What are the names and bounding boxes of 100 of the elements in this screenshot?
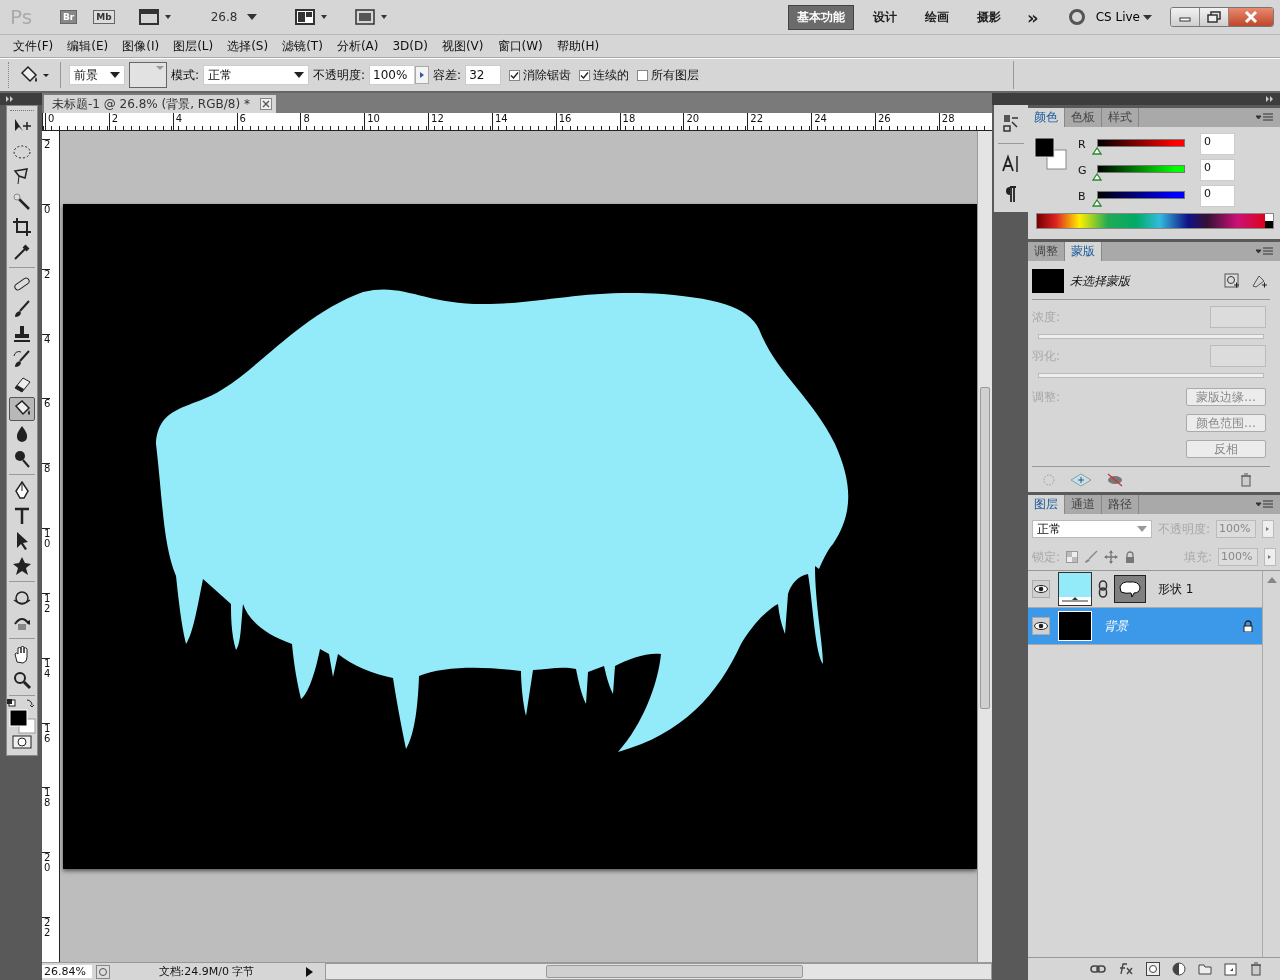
fill-source-dropdown[interactable]: 前景	[69, 65, 125, 85]
menu-item[interactable]: 窗口(W)	[490, 37, 550, 55]
ruler-label: 10	[364, 113, 429, 130]
workspace-button[interactable]: 摄影	[968, 4, 1011, 30]
menu-item[interactable]: 文件(F)	[6, 37, 61, 55]
slider-popup-icon[interactable]	[415, 66, 430, 84]
mode-dropdown[interactable]: 正常	[203, 65, 310, 85]
lock-icon[interactable]	[1124, 551, 1137, 563]
paint-bucket-icon[interactable]	[9, 396, 35, 421]
ruler-label: 16	[555, 113, 620, 130]
panel-menu-icon[interactable]	[1256, 499, 1274, 510]
channel-value-field[interactable]: 0	[1200, 159, 1235, 181]
checkbox[interactable]	[509, 69, 521, 81]
panel-tab[interactable]: 图层	[1028, 495, 1065, 514]
close-icon[interactable]	[259, 98, 272, 110]
ruler-label: 20	[42, 852, 51, 918]
panel-menu-icon[interactable]	[1256, 246, 1274, 257]
opacity-field[interactable]: 100%	[369, 65, 416, 85]
move-arrows-icon[interactable]	[1104, 550, 1119, 564]
ruler-label: 12	[428, 113, 492, 130]
status-icon[interactable]	[96, 964, 110, 979]
play-icon[interactable]	[303, 964, 315, 979]
document-tab[interactable]: 未标题-1 @ 26.8% (背景, RGB/8) *	[44, 95, 276, 113]
panel-menu-icon[interactable]	[1256, 112, 1274, 123]
more-workspaces-button[interactable]: »	[1020, 5, 1046, 29]
menu-item[interactable]: 3D(D)	[385, 39, 435, 53]
link-icon[interactable]	[1098, 580, 1108, 598]
history-icon[interactable]	[1001, 113, 1021, 133]
quick-mask-icon[interactable]	[12, 735, 32, 749]
folder-icon[interactable]	[1198, 962, 1212, 976]
color-spectrum[interactable]	[1036, 213, 1274, 229]
zoom-field[interactable]: 26.84%	[42, 965, 92, 978]
layer-effects-icon[interactable]	[1118, 962, 1134, 976]
menu-item[interactable]: 视图(V)	[434, 37, 491, 55]
character-icon[interactable]	[1001, 154, 1021, 174]
minimize-icon[interactable]	[1171, 8, 1200, 26]
tolerance-field[interactable]: 32	[465, 65, 502, 85]
restore-icon[interactable]	[1200, 8, 1229, 26]
menu-item[interactable]: 帮助(H)	[549, 37, 607, 55]
link-layers-icon[interactable]	[1090, 963, 1106, 975]
panel-tab[interactable]: 通道	[1065, 495, 1102, 514]
eye-icon[interactable]	[1032, 580, 1050, 598]
menu-item[interactable]: 编辑(E)	[60, 37, 116, 55]
color-swatches-icon[interactable]	[1034, 137, 1068, 171]
add-mask-icon[interactable]	[1146, 962, 1160, 976]
film-strip-icon[interactable]	[138, 8, 173, 26]
checkbox[interactable]	[637, 69, 649, 81]
workspace-button[interactable]: 绘画	[916, 4, 959, 30]
layer-row[interactable]: 形状 1	[1028, 571, 1262, 608]
menu-item[interactable]: 选择(S)	[220, 37, 276, 55]
ruler-label: 14	[491, 113, 556, 130]
layer-thumbnail	[1058, 611, 1092, 641]
close-icon[interactable]	[1229, 8, 1273, 26]
blend-mode-dropdown[interactable]: 正常	[1032, 520, 1152, 538]
pixel-mask-icon[interactable]	[1224, 273, 1240, 289]
caret-icon	[156, 66, 164, 70]
menu-item[interactable]: 图像(I)	[115, 37, 167, 55]
panel-tab[interactable]: 色板	[1065, 108, 1102, 127]
panel-tab[interactable]: 蒙版	[1065, 242, 1102, 261]
vector-mask-icon[interactable]	[1250, 273, 1268, 289]
panel-tab[interactable]: 样式	[1102, 108, 1139, 127]
screen-mode-icon[interactable]	[355, 8, 390, 26]
mini-bridge-button[interactable]: Mb	[93, 10, 115, 24]
slider-popup-icon[interactable]	[1262, 520, 1275, 538]
channel-label: G	[1078, 163, 1088, 177]
checkbox[interactable]	[579, 69, 591, 81]
menu-item[interactable]: 滤镜(T)	[275, 37, 330, 55]
panel-tab[interactable]: 路径	[1102, 495, 1139, 514]
pattern-picker[interactable]	[129, 62, 167, 88]
new-layer-icon[interactable]	[1224, 962, 1238, 976]
bridge-button[interactable]: Br	[60, 10, 78, 24]
slider-thumb[interactable]	[1092, 173, 1102, 181]
menu-item[interactable]: 分析(A)	[329, 37, 386, 55]
ruler-label: 24	[811, 113, 875, 130]
mask-status: 未选择蒙版	[1070, 272, 1130, 290]
channel-value-field[interactable]: 0	[1200, 185, 1235, 207]
arrange-documents-icon[interactable]	[295, 8, 330, 26]
slider-thumb[interactable]	[1092, 199, 1102, 207]
workspace-button[interactable]: 设计	[864, 4, 907, 30]
color-swatches-icon[interactable]	[7, 699, 37, 735]
eye-icon[interactable]	[1032, 617, 1050, 635]
workspace-button[interactable]: 基本功能	[788, 4, 855, 30]
layers-scrollbar[interactable]	[1262, 571, 1280, 957]
layer-name: 形状 1	[1158, 580, 1194, 598]
channel-value-field[interactable]: 0	[1200, 133, 1235, 155]
vertical-scrollbar[interactable]	[977, 131, 992, 962]
adjustment-layer-icon[interactable]	[1172, 962, 1186, 976]
panel-tab[interactable]: 颜色	[1028, 108, 1065, 127]
zoom-dropdown[interactable]: 26.8	[204, 9, 264, 25]
trash-icon[interactable]	[1250, 962, 1262, 976]
hide-mask-icon[interactable]	[1106, 473, 1124, 487]
slider-popup-icon[interactable]	[1264, 548, 1276, 566]
horizontal-scrollbar[interactable]	[325, 963, 992, 980]
slider-thumb[interactable]	[1092, 147, 1102, 155]
cs-live-button[interactable]: CS Live	[1095, 10, 1152, 24]
expand-icon[interactable]	[6, 96, 14, 102]
ruler-label: 26	[874, 113, 939, 130]
trash-icon[interactable]	[1240, 473, 1252, 487]
collapse-icon[interactable]	[1266, 96, 1274, 102]
menu-item[interactable]: 图层(L)	[166, 37, 221, 55]
